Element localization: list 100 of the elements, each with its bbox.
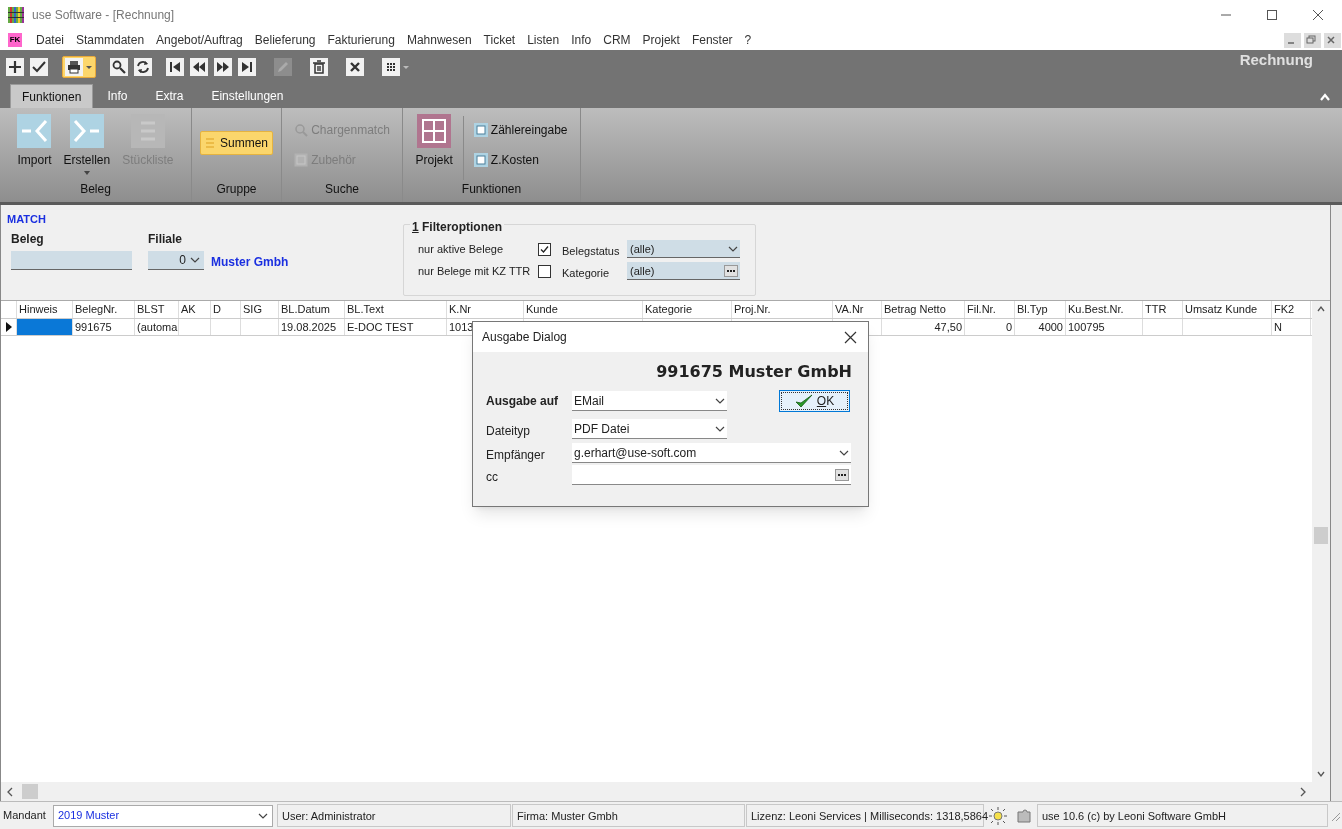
column-header[interactable]: Umsatz Kunde [1183, 301, 1272, 318]
search-icon [294, 123, 309, 137]
square-icon [473, 153, 488, 167]
column-header[interactable]: Kunde [524, 301, 643, 318]
next-icon[interactable] [214, 57, 232, 76]
checkbox[interactable] [538, 264, 551, 278]
column-header[interactable]: Betrag Netto [882, 301, 965, 318]
column-header[interactable]: Fil.Nr. [965, 301, 1015, 318]
dropdown[interactable]: 2019 Muster [53, 804, 273, 827]
column-header[interactable]: VA.Nr [833, 301, 882, 318]
arrow-out-icon [69, 114, 104, 148]
maximize-icon[interactable] [1266, 9, 1278, 21]
print-split-button[interactable] [62, 55, 96, 78]
menu-item[interactable]: ? [738, 31, 758, 49]
section-heading: MATCH [7, 212, 47, 227]
scroll-thumb[interactable] [22, 784, 38, 799]
status-label: Mandant [2, 808, 47, 824]
add-icon[interactable] [6, 57, 24, 76]
menu-item[interactable]: Fakturierung [321, 31, 401, 49]
collapse-icon[interactable] [1319, 92, 1331, 102]
ribbon-button[interactable]: Erstellen [61, 114, 113, 175]
column-header[interactable]: K.Nr [447, 301, 524, 318]
menu-item[interactable]: Info [565, 31, 598, 49]
search-icon[interactable] [110, 57, 128, 76]
column-header[interactable]: TTR [1143, 301, 1183, 318]
minimize-icon[interactable] [1284, 32, 1301, 48]
column-header[interactable]: BL.Datum [279, 301, 345, 318]
check-icon[interactable] [30, 57, 48, 76]
table-cell [17, 319, 73, 335]
menu-item[interactable]: Listen [521, 31, 566, 49]
ellipsis-icon[interactable] [835, 468, 849, 481]
dropdown[interactable]: EMail [572, 391, 727, 411]
column-header[interactable]: Ku.Best.Nr. [1066, 301, 1143, 318]
menu-item[interactable]: Belieferung [248, 31, 322, 49]
close-icon[interactable] [1324, 32, 1341, 48]
table-cell: E-DOC TEST [345, 319, 447, 335]
column-header[interactable]: D [211, 301, 241, 318]
ribbon-button[interactable]: Import [15, 114, 54, 168]
column-header[interactable]: Proj.Nr. [732, 301, 833, 318]
field-label: Empfänger [486, 447, 546, 464]
first-record-icon[interactable] [166, 57, 184, 76]
ribbon-button[interactable]: Zählereingabe [471, 118, 570, 142]
input-field[interactable] [572, 465, 851, 485]
ribbon-group-label: Gruppe [216, 181, 257, 198]
column-header[interactable]: BL.Text [345, 301, 447, 318]
table-cell: 0 [965, 319, 1015, 335]
ribbon-group-label: Funktionen [461, 181, 522, 198]
ribbon-button[interactable]: Z.Kosten [471, 148, 570, 172]
field-label: cc [486, 469, 499, 486]
column-header[interactable]: SIG [241, 301, 279, 318]
close-icon[interactable] [1312, 9, 1324, 21]
ribbon-tab[interactable]: Funktionen [10, 84, 94, 108]
table-cell: (automa [135, 319, 179, 335]
ellipsis-icon[interactable] [724, 264, 738, 277]
menu-item[interactable]: Datei [30, 31, 70, 49]
menu-item[interactable]: Stammdaten [70, 31, 151, 49]
vertical-scrollbar[interactable] [1312, 301, 1330, 782]
dropdown[interactable]: PDF Datei [572, 419, 727, 439]
ribbon-button[interactable]: Summen [200, 131, 273, 155]
trash-icon[interactable] [310, 57, 328, 76]
column-header[interactable]: AK [179, 301, 211, 318]
table-cell: N [1272, 319, 1311, 335]
ribbon-tab[interactable]: Info [96, 84, 139, 108]
previous-icon[interactable] [190, 57, 208, 76]
checkbox[interactable] [538, 242, 551, 256]
picker-field[interactable]: (alle) [627, 262, 740, 281]
horizontal-scrollbar[interactable] [1, 782, 1330, 801]
dropdown[interactable]: 0 [148, 250, 204, 270]
input-field[interactable] [11, 250, 132, 270]
menu-item[interactable]: Projekt [636, 31, 686, 49]
ribbon-button[interactable]: Projekt [413, 114, 455, 168]
column-header[interactable]: BLST [135, 301, 179, 318]
last-record-icon[interactable] [238, 57, 256, 76]
column-header[interactable]: BelegNr. [73, 301, 135, 318]
ribbon-tab[interactable]: Extra [144, 84, 195, 108]
menu-item[interactable]: Fenster [685, 31, 739, 49]
print-icon[interactable] [65, 57, 83, 76]
column-header[interactable]: Kategorie [643, 301, 732, 318]
cancel-icon[interactable] [346, 57, 364, 76]
menu-item[interactable]: Ticket [477, 31, 522, 49]
field-label: Kategorie [562, 265, 611, 281]
column-header[interactable]: Hinweis [17, 301, 73, 318]
sun-icon[interactable] [987, 804, 1009, 827]
menu-item[interactable]: Angebot/Auftrag [150, 31, 249, 49]
dropdown[interactable]: (alle) [627, 240, 740, 259]
ok-button[interactable]: OK [779, 390, 850, 412]
dropdown[interactable]: g.erhart@use-soft.com [572, 443, 851, 463]
status-text: User: Administrator [277, 804, 511, 827]
refresh-icon[interactable] [134, 57, 152, 76]
scroll-thumb[interactable] [1314, 527, 1328, 544]
ribbon-tab[interactable]: Einstellungen [200, 84, 295, 108]
menu-item[interactable]: Mahnwesen [400, 31, 478, 49]
restore-icon[interactable] [1304, 32, 1321, 48]
grid-icon[interactable] [382, 57, 400, 76]
column-header[interactable]: FK2 [1272, 301, 1311, 318]
column-header[interactable]: Bl.Typ [1015, 301, 1066, 318]
checkmark-icon [794, 393, 813, 409]
menu-item[interactable]: CRM [597, 31, 637, 49]
close-icon[interactable] [844, 330, 857, 344]
list-icon [203, 135, 217, 151]
